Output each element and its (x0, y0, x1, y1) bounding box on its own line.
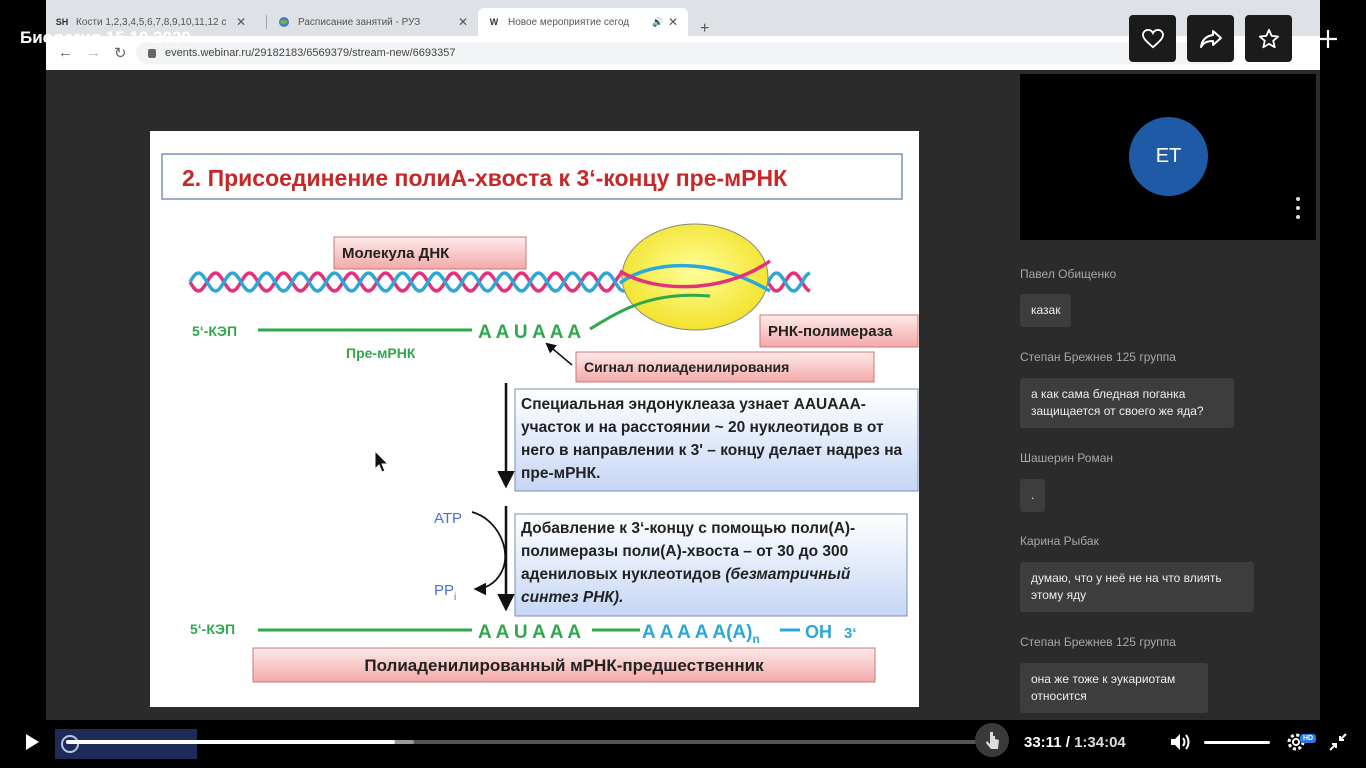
hd-badge: HD (1300, 734, 1317, 743)
signal-arrow (545, 342, 573, 366)
share-button[interactable] (1187, 15, 1234, 62)
tab-webinar[interactable]: W Новое мероприятие сегод 🔊 ✕ (478, 8, 688, 36)
hover-cursor-indicator (975, 723, 1009, 757)
chat-author: Степан Брежнев 125 группа (1020, 350, 1176, 364)
chat-author: Степан Брежнев 125 группа (1020, 635, 1176, 649)
volume-slider[interactable] (1204, 741, 1270, 744)
chat-message: . (1020, 479, 1046, 512)
url-text: events.webinar.ru/29182183/6569379/strea… (165, 47, 456, 59)
slide-heading: 2. Присоединение полиА-хвоста к 3‘-концу… (182, 165, 788, 191)
logo-seal-icon (61, 735, 79, 753)
chat-message: она же тоже к эукариотам относится (1020, 663, 1208, 713)
current-time: 33:11 (1024, 734, 1062, 751)
tab-label: Расписание занятий - РУЗ (298, 16, 421, 28)
tab-label: Новое мероприятие сегод (508, 16, 630, 28)
duration: 1:34:04 (1074, 734, 1126, 751)
oh-label: OH (805, 622, 832, 642)
plus-icon (1318, 29, 1337, 48)
chat-message: думаю, что у неё не на что влиять этому … (1020, 562, 1254, 612)
signal-label: Сигнал полиаденилирования (584, 359, 789, 375)
five-prime-cap-2: 5‘-КЭП (190, 621, 235, 637)
pre-mrna-label: Пре-мРНК (346, 345, 416, 361)
endonuclease-text: Специальная эндонуклеаза узнает AAUAAA-у… (521, 396, 903, 482)
poly-a-tail: A A A A A(A)n (642, 622, 760, 646)
chat-message: а как сама бледная поганка защищается от… (1020, 378, 1234, 428)
tab-favicon: SH (55, 17, 69, 27)
rna-polymerase-oval (621, 223, 769, 331)
globe-icon (278, 16, 290, 28)
polyadenylation-text: Добавление к 3‘-концу с помощью поли(А)-… (521, 520, 856, 606)
close-icon[interactable]: ✕ (458, 15, 468, 29)
player-controls (0, 720, 1366, 768)
five-prime-cap-1: 5‘-КЭП (192, 323, 237, 339)
lock-icon (148, 48, 156, 58)
chat-message: казак (1020, 294, 1072, 327)
chat-author: Карина Рыбак (1020, 534, 1099, 548)
tab-divider (266, 15, 267, 29)
three-prime-label: 3‘ (844, 625, 857, 642)
sequence-aauaaa-2: A A U A A A (478, 622, 581, 643)
polymerase-label: РНК-полимераза (768, 323, 893, 340)
tab-label: Кости 1,2,3,4,5,6,7,8,9,10,11,12 с (76, 16, 227, 28)
time-separator: / (1061, 734, 1075, 751)
favorite-button[interactable] (1245, 15, 1292, 62)
presentation-slide: 2. Присоединение полиА-хвоста к 3‘-концу… (150, 131, 919, 707)
played-bar (66, 740, 396, 744)
tab-favicon: W (489, 17, 499, 27)
dna-label: Молекула ДНК (342, 245, 450, 262)
progress-bar[interactable] (66, 740, 981, 744)
screen: SH Кости 1,2,3,4,5,6,7,8,9,10,11,12 с ✕ … (0, 0, 1366, 768)
tab-schedule[interactable]: Расписание занятий - РУЗ ✕ (268, 8, 478, 36)
more-options-icon[interactable] (1296, 197, 1302, 219)
participant-avatar: ET (1129, 117, 1208, 196)
hand-cursor-icon (986, 732, 999, 749)
mouse-cursor-icon (374, 450, 390, 473)
add-button[interactable] (1304, 15, 1351, 62)
address-bar[interactable]: events.webinar.ru/29182183/6569379/strea… (136, 42, 1236, 64)
time-display: 33:11 / 1:34:04 (1024, 734, 1126, 751)
play-icon[interactable] (24, 733, 40, 751)
atp-curve-arrow (471, 511, 507, 596)
slide-diagram: 2. Присоединение полиА-хвоста к 3‘-концу… (161, 153, 919, 683)
speaker-icon: 🔊 (652, 16, 664, 27)
volume-icon[interactable] (1170, 733, 1192, 751)
chat-author: Шашерин Роман (1020, 451, 1114, 465)
like-button[interactable] (1129, 15, 1176, 62)
result-label: Полиаденилированный мРНК-предшественник (364, 656, 764, 675)
heart-icon (1141, 28, 1164, 48)
close-icon[interactable]: ✕ (668, 15, 678, 29)
atp-label: ATP (434, 510, 462, 527)
close-icon[interactable]: ✕ (236, 15, 246, 29)
star-icon (1258, 28, 1279, 48)
exit-fullscreen-icon[interactable] (1329, 733, 1347, 751)
video-title: Биология 15.10.2020 (20, 28, 191, 47)
chat-author: Павел Обищенко (1020, 267, 1117, 281)
preview-thumbnail (55, 729, 197, 759)
ppi-label: PPi (434, 582, 456, 603)
sequence-aauaaa-1: A A U A A A (478, 322, 581, 343)
share-icon (1199, 29, 1222, 48)
